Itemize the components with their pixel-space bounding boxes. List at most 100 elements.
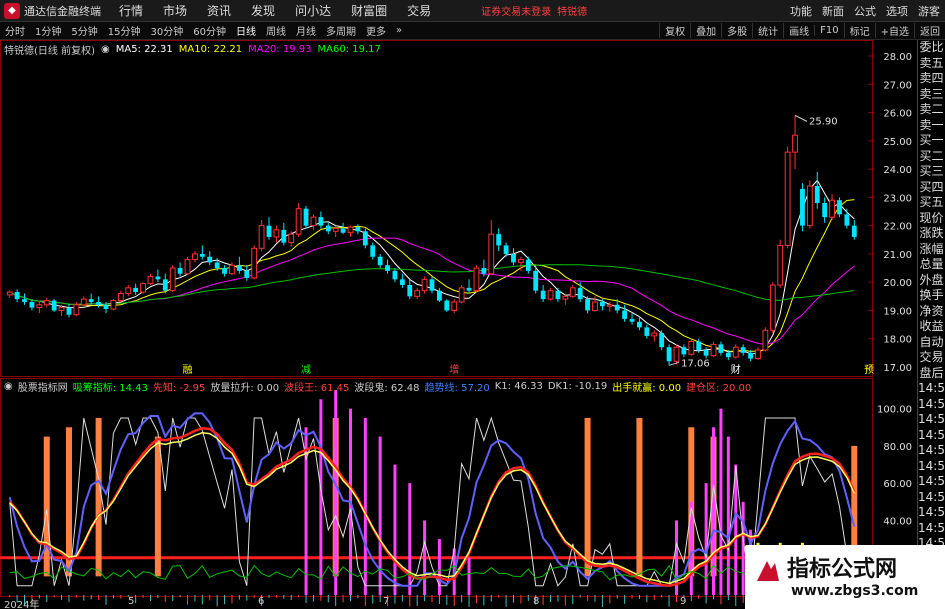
period-month[interactable]: 月线 [296,23,316,38]
indicator-toggle-icon[interactable]: ◉ [4,381,13,392]
btn-stats[interactable]: 统计 [752,23,783,38]
period-60min[interactable]: 60分钟 [193,23,226,38]
period-tick[interactable]: 分时 [5,23,25,38]
candle-body [184,259,191,275]
period-multi[interactable]: 多周期 [326,23,356,38]
period-15min[interactable]: 15分钟 [108,23,141,38]
quote-label-19[interactable]: 自动 [918,335,945,351]
candle-body [511,253,516,263]
candle-body [740,347,746,353]
quote-label-9[interactable]: 买四 [918,180,945,196]
quote-label-12[interactable]: 涨跌 [918,226,945,242]
quote-label-1[interactable]: 卖五 [918,56,945,72]
menu-market[interactable]: 市场 [163,2,187,19]
btn-back[interactable]: 返回 [914,23,945,38]
signal-bar [636,417,643,577]
period-day[interactable]: 日线 [236,23,256,38]
quote-label-5[interactable]: 卖一 [918,118,945,134]
menu-new-page[interactable]: 新面 [822,3,844,19]
quote-label-24[interactable]: 14:5 [918,412,945,428]
candle-body [762,329,769,351]
candle-body [451,301,458,311]
btn-multi-stock[interactable]: 多股 [721,23,752,38]
quote-label-22[interactable]: 14:5 [918,381,945,397]
signal-bar [154,436,161,577]
legend-dot-icon[interactable]: ◉ [101,44,110,55]
quote-label-2[interactable]: 卖四 [918,71,945,87]
btn-adjust[interactable]: 复权 [659,23,690,38]
btn-overlay[interactable]: 叠加 [690,23,721,38]
btn-f10[interactable]: F10 [814,25,843,36]
event-marker: 预 [864,364,874,376]
price-axis-label: 28.00 [883,52,912,63]
quote-label-15[interactable]: 外盘 [918,273,945,289]
ma20-label: MA20: 19.93 [248,43,312,55]
quote-label-26[interactable]: 14:5 [918,443,945,459]
btn-add-watchlist[interactable]: +自选 [874,23,914,38]
candle-body [592,301,598,311]
quote-label-31[interactable]: 14:5 [918,521,945,537]
menu-discover[interactable]: 发现 [251,2,275,19]
quote-label-4[interactable]: 卖二 [918,102,945,118]
quote-label-29[interactable]: 14:5 [918,490,945,506]
quote-label-10[interactable]: 买五 [918,195,945,211]
candle-body [829,199,835,218]
candle-body [837,200,842,215]
guest-user[interactable]: 游客 [918,3,940,19]
chart-area[interactable]: 28.00 27.00 26.00 25.00 24.00 23.00 22.00 21.00… [0,40,917,609]
quote-label-8[interactable]: 买三 [918,164,945,180]
candle-body [192,253,198,261]
quote-label-3[interactable]: 卖三 [918,87,945,103]
candle-body [562,295,569,300]
quote-label-23[interactable]: 14:5 [918,397,945,413]
more-chevron-icon[interactable]: » [396,25,402,36]
candle-body [851,225,857,237]
quote-label-14[interactable]: 总量 [918,257,945,273]
menu-trade[interactable]: 交易 [407,2,431,19]
menu-quotes[interactable]: 行情 [119,2,143,19]
candle-body [51,300,57,311]
indicator-axis-label: 100.00 [877,405,912,416]
period-more[interactable]: 更多 [366,23,386,38]
quote-label-30[interactable]: 14:5 [918,505,945,521]
menu-news[interactable]: 资讯 [207,2,231,19]
quote-label-18[interactable]: 收益 [918,319,945,335]
signal-bar [95,417,102,577]
candle-body [310,216,317,227]
btn-draw[interactable]: 画线 [783,23,814,38]
quote-label-0[interactable]: 委比 [918,40,945,56]
menu-formula[interactable]: 公式 [854,3,876,19]
quote-label-16[interactable]: 换手 [918,288,945,304]
quote-label-27[interactable]: 14:5 [918,459,945,475]
period-5min[interactable]: 5分钟 [71,23,97,38]
date-label: 9 [680,596,687,607]
quote-label-11[interactable]: 现价 [918,211,945,227]
trade-login-warning[interactable]: 证券交易未登录 [481,3,551,18]
period-30min[interactable]: 30分钟 [150,23,183,38]
quote-label-20[interactable]: 交易 [918,350,945,366]
period-1min[interactable]: 1分钟 [35,23,61,38]
candle-body [577,287,583,300]
quote-label-17[interactable]: 净资 [918,304,945,320]
candle-body [362,231,368,246]
quote-label-7[interactable]: 买二 [918,149,945,165]
period-week[interactable]: 周线 [266,23,286,38]
quote-label-13[interactable]: 涨幅 [918,242,945,258]
quote-label-6[interactable]: 买一 [918,133,945,149]
menu-function[interactable]: 功能 [790,3,812,19]
rebound-bar [719,408,723,595]
quote-label-25[interactable]: 14:5 [918,428,945,444]
candle-body [555,290,561,300]
menu-wealth[interactable]: 财富圈 [351,2,387,19]
quote-label-21[interactable]: 盘后 [918,366,945,382]
menu-ask[interactable]: 问小达 [295,2,331,19]
candle-body [540,290,546,300]
price-axis-label: 22.00 [883,222,912,233]
event-marker: 减 [301,364,311,376]
ma5-line [9,179,855,355]
menu-options[interactable]: 选项 [886,3,908,19]
btn-mark[interactable]: 标记 [843,23,875,38]
indicator-name[interactable]: 股票指标网 [18,379,68,394]
quote-label-28[interactable]: 14:5 [918,474,945,490]
candle-body [96,301,102,305]
